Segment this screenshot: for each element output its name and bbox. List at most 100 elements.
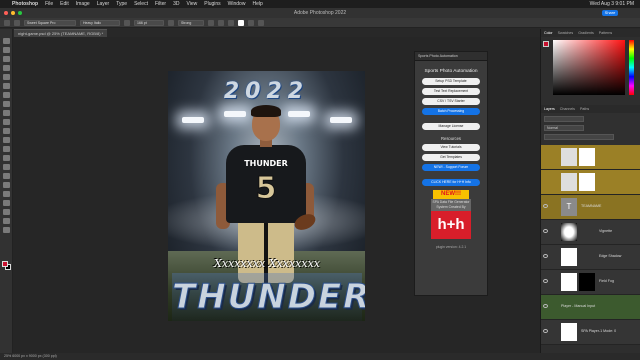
layer-row[interactable]: Edge Shadow [541, 245, 640, 270]
font-size-icon [124, 19, 130, 26]
history-brush-tool-icon[interactable] [2, 128, 10, 134]
tab-gradients[interactable]: Gradients [578, 29, 594, 37]
align-right-icon[interactable] [228, 19, 234, 26]
text-color-swatch[interactable] [238, 19, 244, 26]
warp-text-icon[interactable] [248, 19, 254, 26]
window-controls [4, 11, 22, 15]
layer-row[interactable] [541, 170, 640, 195]
menu-window[interactable]: Window [228, 1, 246, 7]
align-center-icon[interactable] [218, 19, 224, 26]
menu-filter[interactable]: Filter [155, 1, 166, 7]
character-panel-icon[interactable] [258, 19, 264, 26]
type-tool-icon[interactable] [4, 19, 10, 26]
menu-type[interactable]: Type [116, 1, 127, 7]
healing-brush-tool-icon[interactable] [2, 101, 10, 107]
pen-tool-icon[interactable] [2, 173, 10, 179]
frame-tool-icon[interactable] [2, 83, 10, 89]
visibility-eye-icon[interactable] [543, 229, 548, 233]
manage-license-button[interactable]: Manage License [422, 123, 480, 130]
plugin-heading: Sports Photo Automation [424, 69, 478, 74]
path-select-tool-icon[interactable] [2, 191, 10, 197]
menu-select[interactable]: Select [134, 1, 148, 7]
tab-channels[interactable]: Channels [560, 105, 575, 113]
visibility-eye-icon[interactable] [543, 329, 548, 333]
view-tutorials-button[interactable]: View Tutorials [422, 144, 480, 151]
layer-row[interactable]: SPA Player-1 Mode: 0 [541, 320, 640, 345]
layer-row[interactable]: Vignette [541, 220, 640, 245]
layer-filter-select[interactable] [544, 116, 584, 122]
csv-tsv-starter-button[interactable]: CSV / TSV Starter [422, 98, 480, 105]
tab-color[interactable]: Color [544, 29, 553, 37]
blend-mode-select[interactable]: Normal [544, 125, 584, 131]
minimize-window-icon[interactable] [11, 11, 15, 15]
crop-tool-icon[interactable] [2, 74, 10, 80]
layer-row-selected[interactable]: T TEAMNAME [541, 195, 640, 220]
dodge-tool-icon[interactable] [2, 164, 10, 170]
brush-tool-icon[interactable] [2, 110, 10, 116]
share-button[interactable]: Share [602, 10, 618, 16]
menu-plugins[interactable]: Plugins [204, 1, 220, 7]
clone-stamp-tool-icon[interactable] [2, 119, 10, 125]
jersey-name: THUNDER [244, 159, 288, 168]
font-size-select[interactable]: 166 pt [134, 19, 164, 26]
color-picker-field[interactable] [553, 40, 625, 95]
zoom-tool-icon[interactable] [2, 218, 10, 224]
menu-edit[interactable]: Edit [60, 1, 69, 7]
layer-row[interactable]: Field Fog [541, 270, 640, 295]
move-tool-icon[interactable] [2, 38, 10, 44]
tab-layers[interactable]: Layers [544, 105, 555, 113]
tab-paths[interactable]: Paths [580, 105, 589, 113]
support-forum-button[interactable]: NEW! - Support Forum [422, 164, 480, 171]
align-left-icon[interactable] [208, 19, 214, 26]
tab-patterns[interactable]: Patterns [599, 29, 612, 37]
tab-swatches[interactable]: Swatches [558, 29, 574, 37]
visibility-eye-icon[interactable] [543, 304, 548, 308]
app-menu[interactable]: Photoshop [12, 1, 38, 7]
document-canvas[interactable]: 2022 THUNDER 5 Xxxxxxxx Xxxxxxxx THUNDER [168, 71, 365, 321]
menu-3d[interactable]: 3D [173, 1, 179, 7]
hue-slider[interactable] [629, 40, 634, 95]
marquee-tool-icon[interactable] [2, 47, 10, 53]
lasso-tool-icon[interactable] [2, 56, 10, 62]
close-window-icon[interactable] [4, 11, 8, 15]
team-name-text[interactable]: THUNDER [172, 273, 365, 321]
more-tools-icon[interactable] [2, 227, 10, 233]
menu-image[interactable]: Image [76, 1, 90, 7]
type-tool-icon[interactable] [2, 182, 10, 188]
hh-logo[interactable]: h+h [431, 211, 471, 239]
layer-row[interactable]: Player - Manual Input [541, 295, 640, 320]
menu-view[interactable]: View [187, 1, 198, 7]
text-orientation-icon[interactable] [14, 19, 20, 26]
font-family-select[interactable]: Sweet Square Pro [24, 19, 76, 26]
plugin-panel-title[interactable]: Sports Photo Automation [415, 52, 487, 61]
menu-layer[interactable]: Layer [97, 1, 110, 7]
hh-info-button[interactable]: CLICK HERE for H+H Info [422, 179, 480, 186]
window-title: Adobe Photoshop 2022 [293, 10, 347, 16]
get-templates-button[interactable]: Get Templates [422, 154, 480, 161]
eraser-tool-icon[interactable] [2, 137, 10, 143]
antialias-select[interactable]: Strong [178, 19, 204, 26]
menu-help[interactable]: Help [252, 1, 262, 7]
foreground-color-swatch[interactable] [2, 261, 8, 267]
test-text-replacement-button[interactable]: Test Text Replacement [422, 88, 480, 95]
zoom-window-icon[interactable] [18, 11, 22, 15]
hand-tool-icon[interactable] [2, 209, 10, 215]
color-panel-swatch[interactable] [543, 41, 549, 47]
setup-psd-template-button[interactable]: Setup PSD Template [422, 78, 480, 85]
blur-tool-icon[interactable] [2, 155, 10, 161]
visibility-eye-icon[interactable] [543, 254, 548, 258]
visibility-eye-icon[interactable] [543, 279, 548, 283]
layer-mask-thumbnail [579, 148, 595, 166]
shape-tool-icon[interactable] [2, 200, 10, 206]
layer-row[interactable] [541, 145, 640, 170]
batch-processing-button[interactable]: Batch Processing [422, 108, 480, 115]
font-style-select[interactable]: Heavy Italic [80, 19, 120, 26]
layer-name: Field Fog [599, 279, 614, 283]
gradient-tool-icon[interactable] [2, 146, 10, 152]
document-tab[interactable]: night-game.psd @ 25% (TEAMNAME, RGB/8) * [14, 29, 108, 37]
lock-options[interactable] [544, 134, 614, 140]
visibility-eye-icon[interactable] [543, 204, 548, 208]
menu-file[interactable]: File [45, 1, 53, 7]
quick-select-tool-icon[interactable] [2, 65, 10, 71]
eyedropper-tool-icon[interactable] [2, 92, 10, 98]
